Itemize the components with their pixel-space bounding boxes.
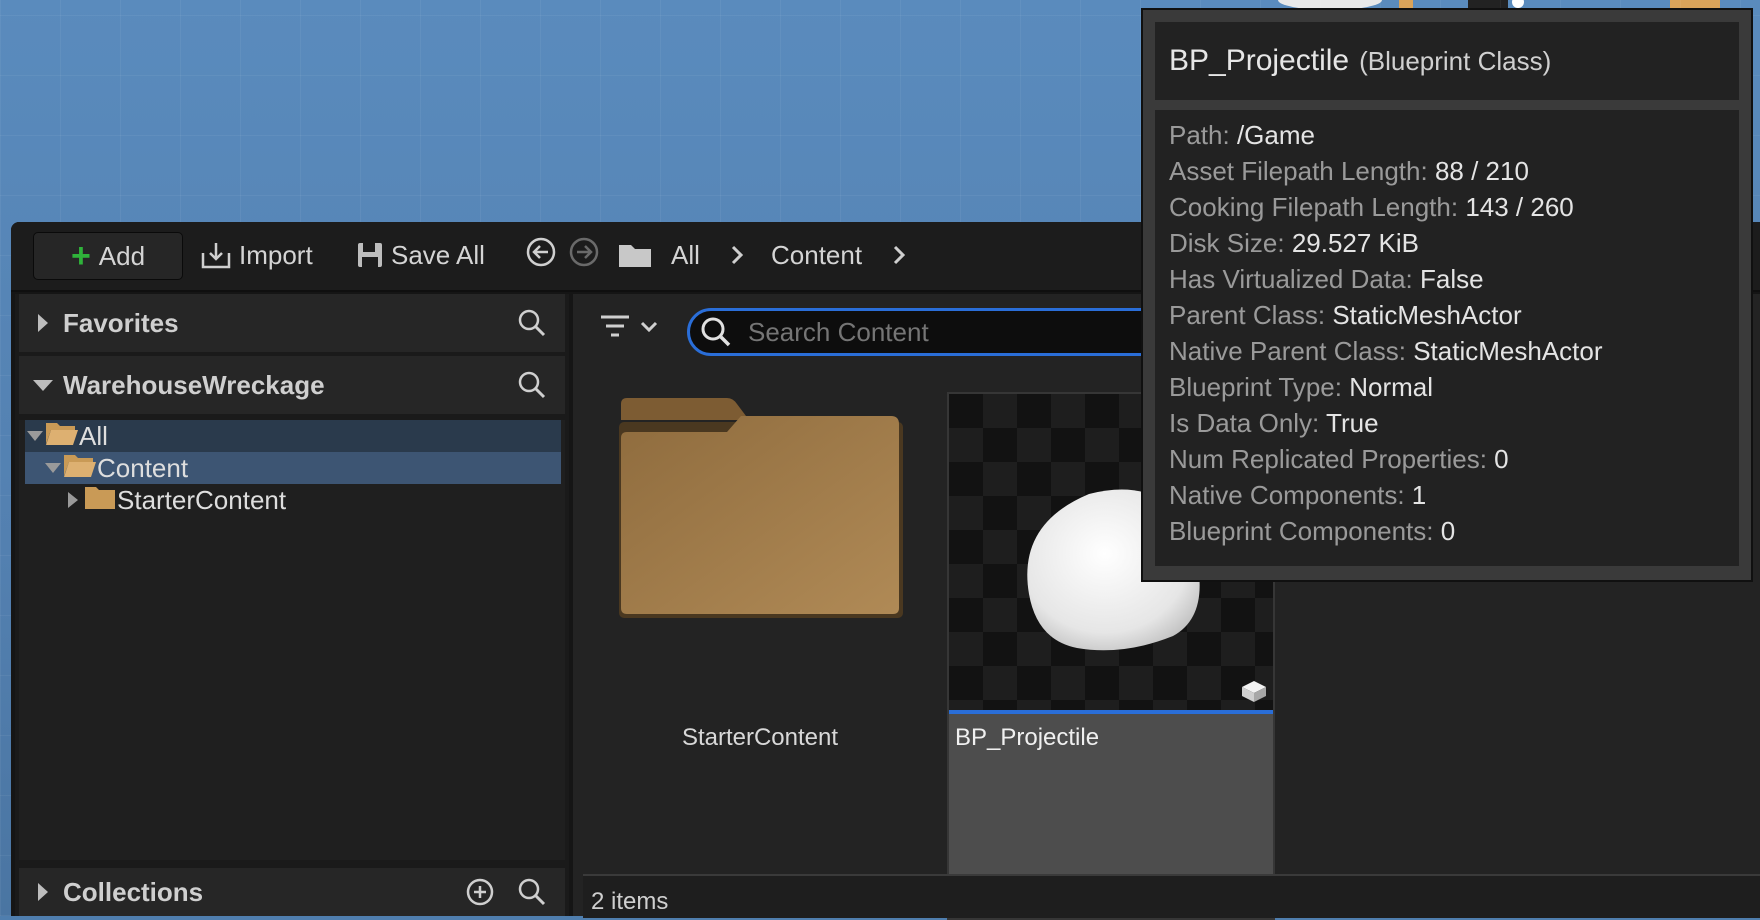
- tooltip-value: False: [1419, 264, 1484, 294]
- tooltip-key: Asset Filepath Length:: [1169, 156, 1428, 186]
- tooltip-value: 0: [1440, 516, 1456, 546]
- expanded-arrow-icon[interactable]: [25, 430, 45, 442]
- search-icon[interactable]: [517, 308, 547, 345]
- plus-icon: +: [70, 237, 91, 275]
- tooltip-row: Cooking Filepath Length: 143 / 260: [1169, 192, 1574, 223]
- add-collection-icon[interactable]: [465, 877, 495, 914]
- chevron-down-icon: [639, 320, 659, 339]
- tooltip-value: 0: [1494, 444, 1509, 474]
- tooltip-header: BP_Projectile (Blueprint Class): [1155, 22, 1739, 100]
- tooltip-value: StaticMeshActor: [1413, 336, 1603, 366]
- breadcrumb-all[interactable]: All: [671, 232, 700, 278]
- tooltip-key: Is Data Only:: [1169, 408, 1320, 438]
- tooltip-value: Normal: [1349, 372, 1433, 402]
- asset-type-color-bar: [949, 710, 1273, 714]
- search-icon[interactable]: [517, 877, 547, 914]
- import-label: Import: [239, 239, 313, 270]
- tooltip-key: Native Components:: [1169, 480, 1405, 510]
- search-icon[interactable]: [517, 370, 547, 407]
- tree-item-label: All: [79, 420, 108, 451]
- project-header[interactable]: WarehouseWreckage: [19, 356, 565, 414]
- tooltip-key: Native Parent Class:: [1169, 336, 1406, 366]
- tooltip-key: Has Virtualized Data:: [1169, 264, 1413, 294]
- tooltip-value: 1: [1411, 480, 1427, 510]
- breadcrumb-content[interactable]: Content: [771, 232, 862, 278]
- save-icon: [355, 240, 385, 270]
- back-button[interactable]: [525, 232, 557, 278]
- expanded-arrow-icon[interactable]: [43, 462, 63, 474]
- tooltip-row: Blueprint Type: Normal: [1169, 372, 1433, 403]
- folder-tree: All Content StarterContent: [19, 420, 565, 860]
- item-count: 2 items: [591, 888, 669, 915]
- tooltip-type: (Blueprint Class): [1359, 45, 1552, 76]
- tooltip-row: Has Virtualized Data: False: [1169, 264, 1484, 295]
- collapsed-arrow-icon[interactable]: [63, 491, 83, 509]
- collapsed-arrow-icon: [23, 881, 63, 903]
- save-all-label: Save All: [391, 239, 485, 270]
- tooltip-key: Num Replicated Properties:: [1169, 444, 1487, 474]
- favorites-label: Favorites: [63, 307, 179, 338]
- tooltip-value: 143 / 260: [1465, 192, 1574, 222]
- chevron-right-icon[interactable]: [889, 232, 909, 278]
- folder-nav-icon[interactable]: [617, 232, 653, 278]
- project-label: WarehouseWreckage: [63, 369, 325, 400]
- tooltip-key: Blueprint Components:: [1169, 516, 1434, 546]
- add-button[interactable]: + Add: [33, 232, 183, 280]
- tooltip-title: BP_Projectile: [1169, 44, 1350, 77]
- tooltip-key: Cooking Filepath Length:: [1169, 192, 1459, 222]
- chevron-right-icon: [727, 232, 747, 278]
- expanded-arrow-icon: [23, 378, 63, 392]
- tree-item-startercontent[interactable]: StarterContent: [25, 484, 561, 516]
- add-label: Add: [98, 240, 146, 271]
- favorites-header[interactable]: Favorites: [19, 294, 565, 352]
- tooltip-row: Native Components: 1: [1169, 480, 1426, 511]
- actor-class-icon: [1239, 676, 1269, 711]
- save-all-button[interactable]: Save All: [355, 232, 485, 278]
- tooltip-row: Num Replicated Properties: 0: [1169, 444, 1509, 475]
- tooltip-key: Path:: [1169, 120, 1230, 150]
- tooltip-row: Blueprint Components: 0: [1169, 516, 1455, 547]
- folder-label: StarterContent: [681, 724, 839, 751]
- tooltip-value: True: [1326, 408, 1379, 438]
- tooltip-value: /Game: [1236, 120, 1315, 150]
- status-bar: 2 items: [583, 874, 1760, 918]
- folder-icon: [619, 398, 903, 618]
- tooltip-value: 88 / 210: [1434, 156, 1529, 186]
- collections-label: Collections: [63, 876, 204, 907]
- tooltip-row: Native Parent Class: StaticMeshActor: [1169, 336, 1603, 367]
- tree-item-all[interactable]: All: [25, 420, 561, 452]
- forward-arrow-icon: [568, 236, 600, 275]
- collapsed-arrow-icon: [23, 312, 63, 334]
- folder-tile-startercontent[interactable]: StarterContent: [615, 394, 905, 774]
- tooltip-key: Parent Class:: [1169, 300, 1326, 330]
- sources-panel: Favorites WarehouseWreckage All Content …: [15, 294, 569, 916]
- tooltip-value: 29.527 KiB: [1291, 228, 1420, 258]
- tooltip-key: Blueprint Type:: [1169, 372, 1342, 402]
- collections-header[interactable]: Collections: [19, 868, 565, 916]
- tree-item-content[interactable]: Content: [25, 452, 561, 484]
- tooltip-row: Is Data Only: True: [1169, 408, 1379, 439]
- tree-item-label: StarterContent: [117, 484, 287, 515]
- tooltip-row: Path: /Game: [1169, 120, 1315, 151]
- filter-icon: [599, 314, 631, 345]
- tooltip-key: Disk Size:: [1169, 228, 1285, 258]
- open-folder-icon: [63, 452, 97, 485]
- import-button[interactable]: Import: [199, 232, 313, 278]
- forward-button[interactable]: [568, 232, 600, 278]
- tree-item-label: Content: [97, 452, 189, 483]
- back-arrow-icon: [525, 236, 557, 275]
- tooltip-row: Asset Filepath Length: 88 / 210: [1169, 156, 1529, 187]
- folder-icon: [83, 484, 117, 517]
- tooltip-value: StaticMeshActor: [1332, 300, 1522, 330]
- open-folder-icon: [45, 420, 79, 453]
- asset-tooltip: BP_Projectile (Blueprint Class) Path: /G…: [1141, 8, 1753, 582]
- tooltip-row: Disk Size: 29.527 KiB: [1169, 228, 1419, 259]
- import-icon: [199, 239, 233, 271]
- tooltip-row: Parent Class: StaticMeshActor: [1169, 300, 1522, 331]
- search-icon: [700, 316, 732, 348]
- tooltip-body: Path: /Game Asset Filepath Length: 88 / …: [1155, 110, 1739, 566]
- asset-name: BP_Projectile: [955, 724, 1100, 751]
- filter-button[interactable]: [599, 314, 659, 345]
